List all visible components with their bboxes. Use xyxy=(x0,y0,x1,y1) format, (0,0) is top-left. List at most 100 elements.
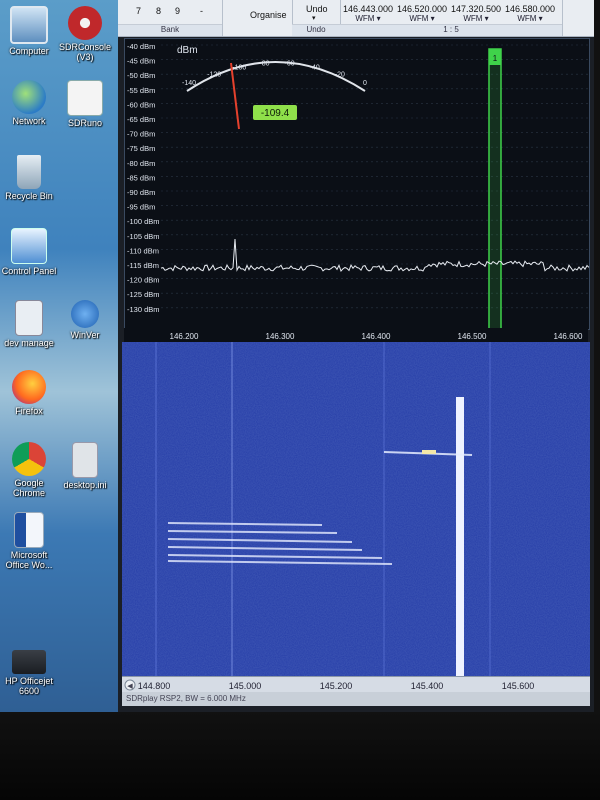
freq-tick-label: 146.200 xyxy=(170,332,199,341)
y-axis-label: -45 dBm xyxy=(127,57,155,66)
spectrum-frequency-axis: 146.200 146.300 146.400 146.500 146.600 xyxy=(124,328,588,342)
freq-tick-label: 146.500 xyxy=(458,332,487,341)
undo-button[interactable]: Undo xyxy=(306,4,328,14)
y-axis-label: -75 dBm xyxy=(127,144,155,153)
memory-slot-4[interactable]: 146.580.000 WFM ▾ xyxy=(502,4,558,23)
y-axis-label: -80 dBm xyxy=(127,159,155,168)
waterfall-display[interactable] xyxy=(122,342,590,679)
network-icon[interactable]: Network xyxy=(0,80,58,126)
organise-group: Organise xyxy=(222,0,293,36)
printer-icon[interactable]: HP Officejet 6600 xyxy=(0,650,58,696)
desktop-icon-label: Recycle Bin xyxy=(5,191,53,201)
bank-group: 7 8 9 - Bank xyxy=(118,0,223,36)
desktop-icon-label: SDRuno xyxy=(67,118,103,128)
meter-scale-label: -120 xyxy=(207,71,221,78)
key-8-button[interactable]: 8 xyxy=(156,6,161,16)
waterfall-tick-label: 145.400 xyxy=(411,681,444,691)
ribbon-toolbar: 7 8 9 - Bank Organise Undo ▾ Undo 146.44… xyxy=(118,0,594,37)
y-axis-label: -130 dBm xyxy=(127,305,160,314)
spectrum-trace xyxy=(160,238,590,272)
y-axis-label: -95 dBm xyxy=(127,203,155,212)
undo-caption: Undo xyxy=(292,24,340,36)
recycle-bin-icon[interactable]: Recycle Bin xyxy=(0,155,58,201)
desktop-icon-label: Computer xyxy=(9,46,49,56)
y-axis-label: -50 dBm xyxy=(127,71,155,80)
waterfall-tick-label: 144.800 xyxy=(138,681,171,691)
freq-tick-label: 146.600 xyxy=(554,332,583,341)
y-axis-labels: -40 dBm -45 dBm -50 dBm -55 dBm -60 dBm -65 d… xyxy=(127,42,160,314)
chevron-down-icon[interactable]: ▾ xyxy=(312,14,316,22)
y-axis-label: -55 dBm xyxy=(127,86,155,95)
ini-file-icon[interactable]: desktop.ini xyxy=(56,442,114,490)
desktop-icon-label: Firefox xyxy=(15,406,43,416)
svg-text:◀: ◀ xyxy=(127,683,133,690)
memory-slot-2[interactable]: 146.520.000 WFM ▾ xyxy=(394,4,450,23)
waterfall-frequency-axis: ◀ 144.800 145.000 145.200 145.400 145.600 xyxy=(122,676,590,693)
desktop-icon-label: dev manage xyxy=(4,338,54,348)
bank-caption: Bank xyxy=(118,24,222,36)
y-axis-label: -90 dBm xyxy=(127,188,155,197)
meter-scale-label: -20 xyxy=(335,71,345,78)
meter-scale-label: -140 xyxy=(182,80,196,87)
memory-slot-3[interactable]: 147.320.500 WFM ▾ xyxy=(448,4,504,23)
chrome-icon[interactable]: Google Chrome xyxy=(0,442,58,498)
meter-scale-label: 0 xyxy=(363,80,367,87)
meter-unit-label: dBm xyxy=(177,45,198,56)
organise-button[interactable]: Organise xyxy=(250,10,287,20)
undo-group: Undo ▾ Undo xyxy=(292,0,341,36)
desktop-icon-label: HP Officejet 6600 xyxy=(5,676,53,696)
meter-scale-label: -60 xyxy=(285,61,295,68)
desktop: Computer SDRConsole (V3) Network SDRuno … xyxy=(0,0,118,712)
word-icon[interactable]: Microsoft Office Wo... xyxy=(0,512,58,570)
meter-scale-label: -40 xyxy=(310,64,320,71)
waterfall-tick-label: 145.200 xyxy=(320,681,353,691)
y-axis-label: -110 dBm xyxy=(127,246,159,255)
control-panel-icon[interactable]: Control Panel xyxy=(0,228,58,276)
signal-level-value: -109.4 xyxy=(261,108,290,119)
computer-icon[interactable]: Computer xyxy=(0,6,58,56)
freq-tick-label: 146.400 xyxy=(362,332,391,341)
key-7-button[interactable]: 7 xyxy=(136,6,141,16)
device-manager-icon[interactable]: dev manage xyxy=(0,300,58,348)
freq-tick-label: 146.300 xyxy=(266,332,295,341)
y-axis-label: -65 dBm xyxy=(127,115,155,124)
y-axis-label: -60 dBm xyxy=(127,100,155,109)
desktop-icon-label: Google Chrome xyxy=(12,478,45,498)
spectrum-display[interactable]: -40 dBm -45 dBm -50 dBm -55 dBm -60 dBm -65 d… xyxy=(124,38,590,330)
burst-hotspot xyxy=(422,450,436,454)
vfo-marker[interactable] xyxy=(488,48,502,330)
memory-group: 146.443.000 WFM ▾ 146.520.000 WFM ▾ 147.… xyxy=(340,0,563,36)
waterfall-plot xyxy=(122,342,590,679)
winver-icon[interactable]: WinVer xyxy=(56,300,114,340)
waterfall-tick-label: 145.600 xyxy=(502,681,535,691)
desktop-icon-label: Control Panel xyxy=(1,266,57,276)
y-axis-label: -40 dBm xyxy=(127,42,155,51)
sdrconsole-icon[interactable]: SDRConsole (V3) xyxy=(56,6,114,62)
monitor-bezel xyxy=(594,0,600,712)
memory-caption: 1 : 5 xyxy=(340,24,562,36)
key-9-button[interactable]: 9 xyxy=(175,6,180,16)
desktop-icon-label: Microsoft Office Wo... xyxy=(5,550,53,570)
memory-slot-1[interactable]: 146.443.000 WFM ▾ xyxy=(340,4,396,23)
y-axis-label: -115 dBm xyxy=(127,261,159,270)
waterfall-tick-label: 145.000 xyxy=(229,681,262,691)
vfo-marker-label: 1 xyxy=(493,54,498,63)
y-axis-label: -100 dBm xyxy=(127,217,160,226)
dash-button[interactable]: - xyxy=(200,6,203,16)
meter-scale-label: -80 xyxy=(259,61,269,68)
sdr-app-window: 7 8 9 - Bank Organise Undo ▾ Undo 146.44… xyxy=(118,0,594,712)
firefox-icon[interactable]: Firefox xyxy=(0,370,58,416)
desktop-icon-label: Network xyxy=(12,116,46,126)
meter-scale-label: -100 xyxy=(232,64,246,71)
strong-signal-trace xyxy=(456,397,464,679)
monitor-bezel-bottom xyxy=(0,712,600,800)
spectrum-plot: -40 dBm -45 dBm -50 dBm -55 dBm -60 dBm -65 d… xyxy=(127,42,590,330)
y-axis-label: -120 dBm xyxy=(127,276,160,285)
y-axis-label: -85 dBm xyxy=(127,173,155,182)
sdruno-icon[interactable]: SDRuno xyxy=(56,80,114,128)
meter-needle xyxy=(230,62,240,130)
desktop-icon-label: SDRConsole (V3) xyxy=(58,42,112,62)
status-bar: SDRplay RSP2, BW = 6.000 MHz xyxy=(122,692,590,706)
desktop-icon-label: desktop.ini xyxy=(63,480,107,490)
y-axis-label: -105 dBm xyxy=(127,232,160,241)
